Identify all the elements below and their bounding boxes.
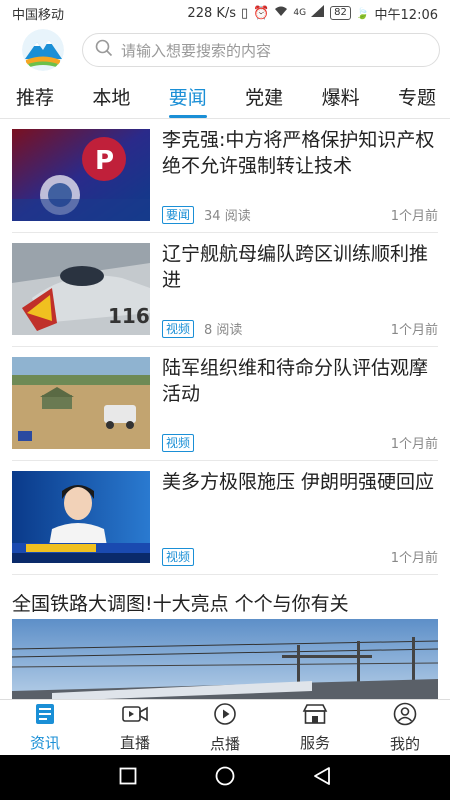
article-title[interactable]: 李克强:中方将严格保护知识产权 绝不允许强制转让技术 <box>162 127 438 179</box>
status-bar: 中国移动 228 K/s ▯ ⏰ 4G 82 🍃 中午12:06 <box>0 0 450 26</box>
vibrate-icon: ▯ <box>241 5 249 21</box>
system-nav-bar <box>0 755 450 800</box>
publish-time: 1个月前 <box>390 209 438 224</box>
search-bar[interactable]: 请输入想要搜索的内容 <box>82 33 440 67</box>
read-count: 8 阅读 <box>204 323 243 338</box>
status-right: 228 K/s ▯ ⏰ 4G 82 🍃 中午12:06 <box>187 4 438 23</box>
tab-local[interactable]: 本地 <box>90 77 132 116</box>
article-tag: 视频 <box>162 547 195 566</box>
user-icon <box>393 702 417 733</box>
leaf-icon: 🍃 <box>355 6 370 20</box>
nav-profile[interactable]: 我的 <box>360 700 450 755</box>
tab-special[interactable]: 专题 <box>396 77 438 116</box>
bottom-nav: 资讯 直播 点播 服务 我的 <box>0 699 450 755</box>
battery-indicator: 82 <box>330 6 351 20</box>
nav-label: 直播 <box>119 733 150 752</box>
article-title[interactable]: 美多方极限施压 伊朗明强硬回应 <box>162 469 438 495</box>
article-meta: 视频 1个月前 <box>162 547 438 566</box>
network-speed: 228 K/s <box>187 5 237 21</box>
tab-party-building[interactable]: 党建 <box>243 77 285 116</box>
category-tabs: 推荐 本地 要闻 党建 爆料 专题 <box>0 74 450 118</box>
search-icon <box>95 39 113 61</box>
app-header: 请输入想要搜索的内容 <box>0 26 450 74</box>
nav-label: 资讯 <box>29 733 60 752</box>
nav-on-demand[interactable]: 点播 <box>180 700 270 755</box>
article-meta: 要闻 34 阅读 1个月前 <box>162 205 438 224</box>
svg-text:116: 116 <box>108 304 150 328</box>
news-feed[interactable]: P 李克强:中方将严格保护知识产权 绝不允许强制转让技术 要闻 34 阅读 1个… <box>0 119 450 699</box>
tab-tipoff[interactable]: 爆料 <box>320 77 362 116</box>
article-meta: 视频 8 阅读 1个月前 <box>162 319 438 338</box>
news-item[interactable]: 美多方极限施压 伊朗明强硬回应 视频 1个月前 <box>12 461 438 575</box>
publish-time: 1个月前 <box>390 323 438 338</box>
nav-live[interactable]: 直播 <box>90 700 180 755</box>
tab-headlines[interactable]: 要闻 <box>167 77 209 118</box>
alarm-icon: ⏰ <box>253 5 270 21</box>
nav-service[interactable]: 服务 <box>270 700 360 755</box>
news-item[interactable]: 陆军组织维和待命分队评估观摩活动 视频 1个月前 <box>12 347 438 461</box>
news-item[interactable]: 116 辽宁舰航母编队跨区训练顺利推进 视频 8 阅读 1个月前 <box>12 233 438 347</box>
article-title[interactable]: 陆军组织维和待命分队评估观摩活动 <box>162 355 438 407</box>
featured-article-image[interactable] <box>12 619 438 699</box>
featured-article-title[interactable]: 全国铁路大调图!十大亮点 个个与你有关 <box>12 589 349 616</box>
article-thumbnail <box>12 471 150 563</box>
nav-news[interactable]: 资讯 <box>0 700 90 755</box>
article-thumbnail: 116 <box>12 243 150 335</box>
article-thumbnail <box>12 357 150 449</box>
search-placeholder[interactable]: 请输入想要搜索的内容 <box>121 40 271 61</box>
article-thumbnail: P <box>12 129 150 221</box>
wifi-icon <box>274 5 288 21</box>
publish-time: 1个月前 <box>390 551 438 566</box>
back-button[interactable] <box>313 766 331 790</box>
news-icon <box>33 703 57 732</box>
nav-label: 服务 <box>299 733 330 752</box>
publish-time: 1个月前 <box>390 437 438 452</box>
article-meta: 视频 1个月前 <box>162 433 438 452</box>
nav-label: 我的 <box>389 734 420 753</box>
article-title[interactable]: 辽宁舰航母编队跨区训练顺利推进 <box>162 241 438 293</box>
news-item[interactable]: P 李克强:中方将严格保护知识产权 绝不允许强制转让技术 要闻 34 阅读 1个… <box>12 119 438 233</box>
signal-label: 4G <box>293 8 307 18</box>
clock: 中午12:06 <box>374 7 438 23</box>
home-button[interactable] <box>215 766 235 790</box>
read-count: 34 阅读 <box>204 209 251 224</box>
svg-text:P: P <box>95 146 114 176</box>
app-logo[interactable] <box>22 29 64 71</box>
carrier-label: 中国移动 <box>12 7 65 23</box>
tab-recommend[interactable]: 推荐 <box>14 77 56 116</box>
recents-button[interactable] <box>119 767 137 789</box>
nav-label: 点播 <box>209 734 240 753</box>
store-icon <box>302 703 328 732</box>
signal-icon <box>311 5 325 21</box>
article-tag: 视频 <box>162 319 195 338</box>
play-icon <box>213 702 237 733</box>
article-tag: 视频 <box>162 433 195 452</box>
video-camera-icon <box>122 703 148 732</box>
article-tag: 要闻 <box>162 205 195 224</box>
